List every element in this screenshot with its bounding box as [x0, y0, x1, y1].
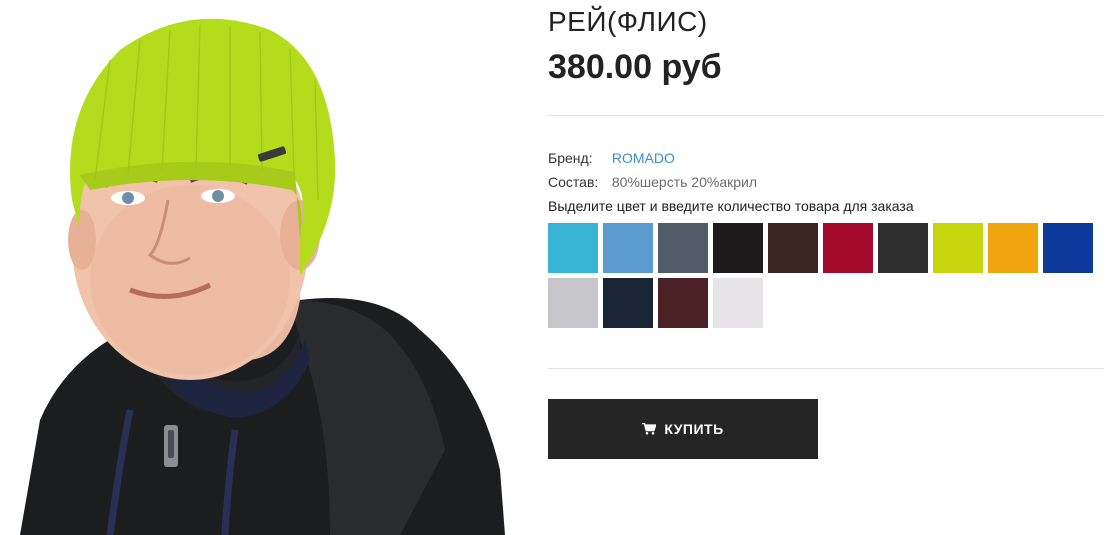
color-instruction: Выделите цвет и введите количество товар… — [548, 198, 914, 214]
color-swatch-turquoise[interactable] — [548, 223, 598, 273]
brand-label: Бренд: — [548, 150, 593, 166]
composition-label: Состав: — [548, 174, 599, 190]
color-swatch-off-white[interactable] — [713, 278, 763, 328]
product-price: 380.00 руб — [548, 48, 722, 86]
buy-button[interactable]: КУПИТЬ — [548, 399, 818, 459]
composition-value: 80%шерсть 20%акрил — [611, 174, 758, 190]
color-swatch-black[interactable] — [713, 223, 763, 273]
color-swatch-lime[interactable] — [933, 223, 983, 273]
color-swatch-royal-blue[interactable] — [1043, 223, 1093, 273]
product-page: РЕЙ(ФЛИС) 380.00 руб Бренд: ROMADO Соста… — [0, 0, 1114, 535]
cart-icon — [642, 423, 657, 435]
brand-link[interactable]: ROMADO — [612, 150, 675, 166]
color-swatch-charcoal[interactable] — [878, 223, 928, 273]
brand-row: Бренд: ROMADO — [548, 150, 675, 166]
product-title: РЕЙ(ФЛИС) — [548, 6, 708, 37]
composition-row: Состав: 80%шерсть 20%акрил — [548, 174, 757, 190]
color-swatch-amber[interactable] — [988, 223, 1038, 273]
divider — [548, 368, 1104, 369]
color-swatch-light-gray[interactable] — [548, 278, 598, 328]
color-swatch-sky-blue[interactable] — [603, 223, 653, 273]
color-swatch-dark-brown[interactable] — [768, 223, 818, 273]
color-swatch-maroon[interactable] — [658, 278, 708, 328]
color-swatch-slate-gray[interactable] — [658, 223, 708, 273]
divider — [548, 115, 1104, 116]
buy-button-label: КУПИТЬ — [664, 421, 724, 437]
product-info: РЕЙ(ФЛИС) 380.00 руб Бренд: ROMADO Соста… — [548, 0, 1104, 535]
product-photo[interactable] — [0, 0, 518, 535]
color-swatch-burgundy[interactable] — [823, 223, 873, 273]
color-swatch-navy[interactable] — [603, 278, 653, 328]
